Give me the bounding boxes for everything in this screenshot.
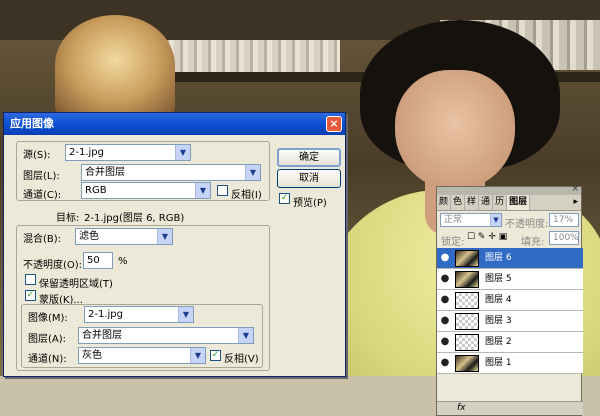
dialog-titlebar[interactable]: 应用图像 × — [4, 113, 345, 135]
layer-row[interactable]: ● 图层 6 — [437, 248, 583, 269]
chevron-down-icon: ▼ — [490, 214, 501, 226]
opacity-input[interactable]: 50 — [83, 252, 113, 269]
layer-row[interactable]: ● 图层 5 — [437, 269, 583, 290]
lamp-shade — [55, 15, 175, 115]
mask-layer-label: 图层(A): — [28, 334, 67, 345]
blend-mode-select[interactable]: 正常 ▼ — [440, 213, 502, 227]
cancel-button[interactable]: 取消 — [277, 169, 341, 188]
layer-label: 图层(L): — [23, 171, 60, 182]
opacity-unit: % — [118, 256, 128, 267]
layer-opacity-label: 不透明度: — [505, 219, 549, 230]
source-select[interactable]: 2-1.jpg ▼ — [65, 144, 191, 161]
ok-button[interactable]: 确定 — [277, 148, 341, 167]
layer-thumbnail — [455, 250, 479, 267]
mask-channel-select[interactable]: 灰色 ▼ — [78, 347, 206, 364]
target-value: 2-1.jpg(图层 6, RGB) — [84, 213, 185, 224]
layer-name: 图层 6 — [485, 253, 512, 263]
mask-invert-checkbox[interactable]: ✓ — [210, 350, 221, 361]
tab-color[interactable]: 颜 — [437, 195, 452, 210]
blending-group: 混合(B): 滤色 ▼ 不透明度(O): 50 % 保留透明区域(T) ✓ 蒙版(… — [16, 225, 270, 371]
eye-icon[interactable]: ● — [439, 273, 451, 285]
apply-image-dialog: 应用图像 × 源(S): 2-1.jpg ▼ 图层(L): 合并图层 ▼ 通道(C)… — [3, 112, 346, 377]
blend-row: 正常 ▼ 不透明度: 17% — [437, 212, 583, 230]
layer-thumbnail — [455, 355, 479, 372]
mask-checkbox[interactable]: ✓ — [25, 290, 36, 301]
layer-name: 图层 2 — [485, 337, 512, 347]
channel-label: 通道(C): — [23, 190, 62, 201]
layer-row[interactable]: ● 图层 1 — [437, 353, 583, 374]
layer-select[interactable]: 合并图层 ▼ — [81, 164, 261, 181]
lock-label: 锁定: — [441, 237, 465, 248]
preview-label: 预览(P) — [293, 198, 327, 209]
dialog-title: 应用图像 — [10, 117, 54, 130]
layer-name: 图层 5 — [485, 274, 512, 284]
tab-history[interactable]: 历 — [493, 195, 508, 210]
woman-face — [395, 70, 515, 190]
mask-invert-label: 反相(V) — [224, 354, 259, 365]
mask-layer-select[interactable]: 合并图层 ▼ — [78, 327, 254, 344]
eye-icon[interactable]: ● — [439, 315, 451, 327]
layer-thumbnail — [455, 334, 479, 351]
fill-input[interactable]: 100% — [549, 231, 579, 245]
invert-checkbox[interactable] — [217, 185, 228, 196]
layer-thumbnail — [455, 271, 479, 288]
layer-name: 图层 3 — [485, 316, 512, 326]
source-label: 源(S): — [23, 150, 51, 161]
chevron-down-icon: ▼ — [157, 229, 172, 244]
panel-menu-icon[interactable]: ▸ — [573, 195, 581, 210]
lock-row: 锁定: ☐ ✎ ✛ ▣ 填充: 100% — [437, 230, 583, 248]
mask-image-label: 图像(M): — [28, 313, 68, 324]
close-icon[interactable]: × — [571, 184, 579, 194]
tab-styles[interactable]: 样 — [465, 195, 480, 210]
blending-select[interactable]: 滤色 ▼ — [75, 228, 173, 245]
blending-label: 混合(B): — [23, 234, 62, 245]
chevron-down-icon: ▼ — [245, 165, 260, 180]
target-label: 目标: — [56, 213, 80, 224]
channel-select[interactable]: RGB ▼ — [81, 182, 211, 199]
fill-label: 填充: — [521, 237, 545, 248]
layer-name: 图层 4 — [485, 295, 512, 305]
chevron-down-icon: ▼ — [238, 328, 253, 343]
mask-image-select[interactable]: 2-1.jpg ▼ — [84, 306, 194, 323]
mask-group: 图像(M): 2-1.jpg ▼ 图层(A): 合并图层 ▼ 通道(N): 灰色 ▼ … — [21, 304, 263, 368]
layer-thumbnail — [455, 313, 479, 330]
eye-icon[interactable]: ● — [439, 336, 451, 348]
preserve-transparency-checkbox[interactable] — [25, 274, 36, 285]
layer-thumbnail — [455, 292, 479, 309]
preview-checkbox[interactable]: ✓ — [279, 193, 290, 204]
layer-row[interactable]: ● 图层 2 — [437, 332, 583, 353]
layer-opacity-input[interactable]: 17% — [549, 213, 579, 227]
eye-icon[interactable]: ● — [439, 294, 451, 306]
layer-row[interactable]: ● 图层 4 — [437, 290, 583, 311]
lock-icons[interactable]: ☐ ✎ ✛ ▣ — [467, 232, 507, 242]
chevron-down-icon: ▼ — [190, 348, 205, 363]
tab-channels[interactable]: 通 — [479, 195, 494, 210]
chevron-down-icon: ▼ — [178, 307, 193, 322]
panel-footer[interactable]: fx — [437, 401, 583, 415]
opacity-label: 不透明度(O): — [23, 260, 83, 271]
eye-icon[interactable]: ● — [439, 357, 451, 369]
tab-layers[interactable]: 图层 — [507, 195, 531, 210]
books — [160, 40, 340, 72]
tab-swatches[interactable]: 色 — [451, 195, 466, 210]
layer-name: 图层 1 — [485, 358, 512, 368]
source-group: 源(S): 2-1.jpg ▼ 图层(L): 合并图层 ▼ 通道(C): RGB ▼ … — [16, 141, 270, 201]
layers-panel: × 颜 色 样 通 历 图层 ▸ 正常 ▼ 不透明度: 17% 锁定: ☐ ✎ ✛… — [436, 184, 583, 416]
preserve-transparency-label: 保留透明区域(T) — [39, 279, 113, 290]
chevron-down-icon: ▼ — [195, 183, 210, 198]
mask-channel-label: 通道(N): — [28, 354, 67, 365]
close-icon[interactable]: × — [326, 116, 342, 132]
eye-icon[interactable]: ● — [439, 252, 451, 264]
chevron-down-icon: ▼ — [175, 145, 190, 160]
layer-row[interactable]: ● 图层 3 — [437, 311, 583, 332]
panel-titlebar[interactable]: × — [437, 184, 581, 195]
invert-label: 反相(I) — [231, 190, 262, 201]
panel-tabs: 颜 色 样 通 历 图层 ▸ — [437, 195, 581, 211]
